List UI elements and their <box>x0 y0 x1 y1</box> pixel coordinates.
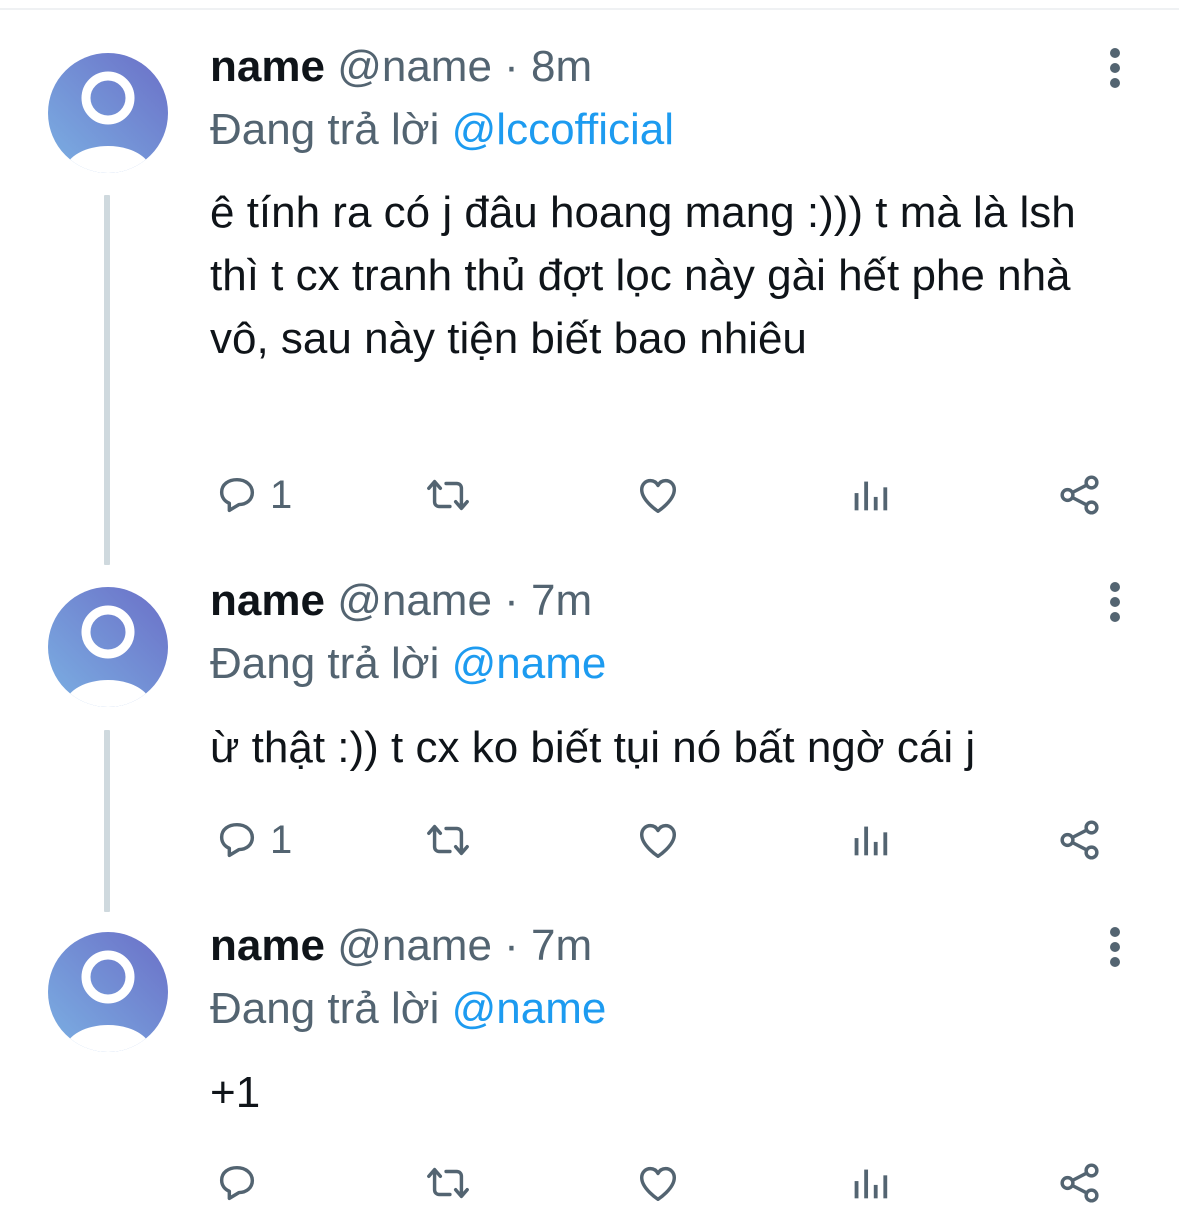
tweet-text: ừ thật :)) t cx ko biết tụi nó bất ngờ c… <box>210 723 976 772</box>
views-icon <box>854 481 888 511</box>
handle: @name <box>337 42 492 91</box>
retweet-button[interactable] <box>422 1160 474 1206</box>
separator: · <box>504 921 519 970</box>
replying-to: Đang trả lời @name <box>210 638 606 690</box>
reply-icon <box>219 477 255 513</box>
reply-button[interactable]: 1 <box>214 472 292 518</box>
reply-icon <box>219 1165 255 1201</box>
share-button[interactable] <box>1057 472 1103 518</box>
separator: · <box>504 576 519 625</box>
display-name[interactable]: name <box>210 576 325 625</box>
share-icon <box>1060 820 1099 860</box>
handle: @name <box>337 576 492 625</box>
mention-link[interactable]: @name <box>452 984 607 1033</box>
top-divider <box>0 8 1179 10</box>
more-icon[interactable] <box>1100 924 1130 970</box>
like-icon <box>639 1166 677 1202</box>
tweet-header: name @name · 7m <box>210 920 592 972</box>
reply-icon <box>219 822 255 858</box>
like-button[interactable] <box>635 472 681 518</box>
timestamp[interactable]: 7m <box>531 576 592 625</box>
replying-to: Đang trả lời @name <box>210 983 606 1035</box>
replying-to-label: Đang trả lời <box>210 984 440 1033</box>
share-button[interactable] <box>1057 1160 1103 1206</box>
views-icon <box>854 826 888 856</box>
thread-line <box>104 195 110 565</box>
display-name[interactable]: name <box>210 921 325 970</box>
replying-to-label: Đang trả lời <box>210 105 440 154</box>
like-button[interactable] <box>635 817 681 863</box>
timestamp[interactable]: 8m <box>531 42 592 91</box>
reply-count: 1 <box>270 473 293 517</box>
reply-button[interactable]: 1 <box>214 817 292 863</box>
display-name[interactable]: name <box>210 42 325 91</box>
reply-button[interactable] <box>214 1160 270 1206</box>
retweet-button[interactable] <box>422 472 474 518</box>
retweet-icon <box>427 824 469 856</box>
share-icon <box>1060 475 1099 515</box>
views-button[interactable] <box>848 472 890 518</box>
mention-link[interactable]: @lccofficial <box>452 105 674 154</box>
default-avatar-icon[interactable] <box>48 53 168 173</box>
like-icon <box>639 478 677 514</box>
default-avatar-icon[interactable] <box>48 932 168 1052</box>
more-icon[interactable] <box>1100 45 1130 91</box>
tweet-header: name @name · 8m <box>210 41 592 93</box>
like-button[interactable] <box>635 1160 681 1206</box>
reply-count: 1 <box>270 818 293 862</box>
default-avatar-icon[interactable] <box>48 587 168 707</box>
handle: @name <box>337 921 492 970</box>
tweet-header: name @name · 7m <box>210 575 592 627</box>
tweet-text: ê tính ra có j đâu hoang mang :))) t mà … <box>210 188 1076 363</box>
tweet-text: +1 <box>210 1068 261 1117</box>
retweet-icon <box>427 479 469 511</box>
share-button[interactable] <box>1057 817 1103 863</box>
more-icon[interactable] <box>1100 579 1130 625</box>
separator: · <box>504 42 519 91</box>
like-icon <box>639 823 677 859</box>
retweet-icon <box>427 1167 469 1199</box>
views-button[interactable] <box>848 817 890 863</box>
share-icon <box>1060 1163 1099 1203</box>
views-icon <box>854 1169 888 1199</box>
mention-link[interactable]: @name <box>452 639 607 688</box>
thread-line <box>104 730 110 912</box>
retweet-button[interactable] <box>422 817 474 863</box>
timestamp[interactable]: 7m <box>531 921 592 970</box>
views-button[interactable] <box>848 1160 890 1206</box>
replying-to-label: Đang trả lời <box>210 639 440 688</box>
replying-to: Đang trả lời @lccofficial <box>210 104 674 156</box>
